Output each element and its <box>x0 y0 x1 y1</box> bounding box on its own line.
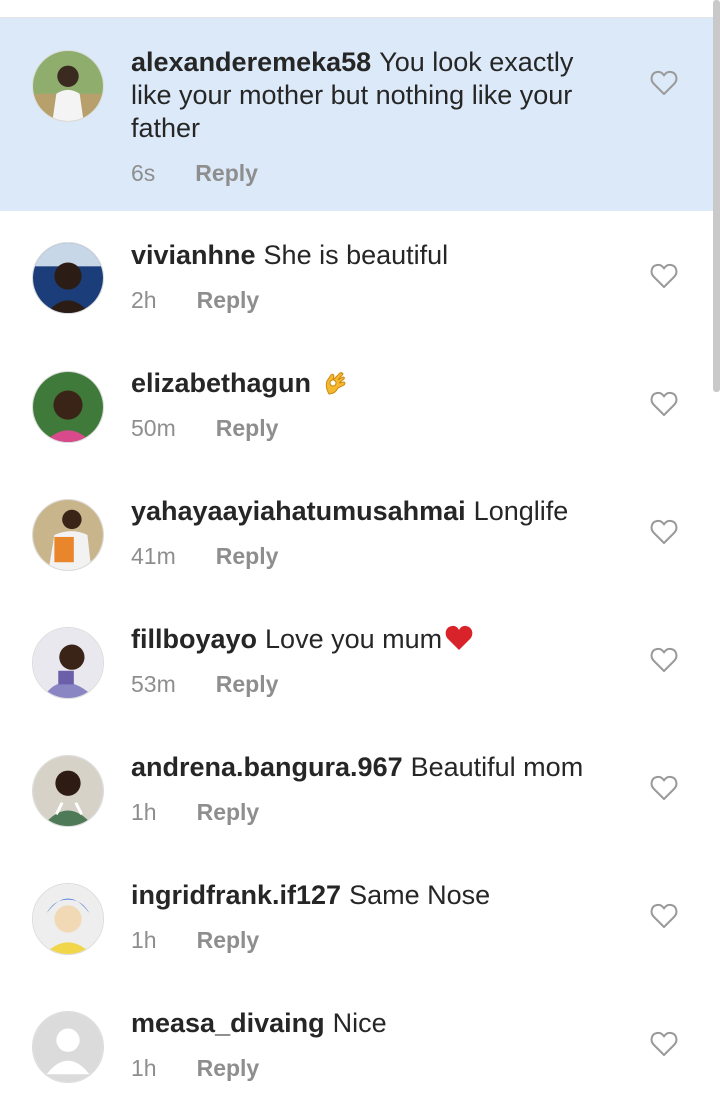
comment-time: 6s <box>131 160 156 186</box>
avatar[interactable] <box>32 499 104 571</box>
comment-username[interactable]: elizabethagun <box>131 368 311 398</box>
comment-time: 41m <box>131 543 176 569</box>
comment-text: ingridfrank.if127 Same Nose <box>131 879 611 912</box>
comment-row: vivianhne She is beautiful 2h Reply <box>0 211 720 339</box>
red-heart-icon <box>444 623 474 653</box>
comment-text: yahayaayiahatumusahmai Longlife <box>131 495 611 528</box>
heart-icon[interactable] <box>650 1031 678 1057</box>
comment-username[interactable]: fillboyayo <box>131 624 257 654</box>
scrollbar[interactable] <box>713 0 720 392</box>
comment-meta: 41m Reply <box>131 542 278 570</box>
avatar[interactable] <box>32 50 104 122</box>
avatar[interactable] <box>32 371 104 443</box>
reply-button[interactable]: Reply <box>216 542 279 570</box>
comment-time: 50m <box>131 415 176 441</box>
comment-meta: 6s Reply <box>131 159 258 187</box>
comment-time: 2h <box>131 287 157 313</box>
comment-meta: 53m Reply <box>131 670 278 698</box>
heart-icon[interactable] <box>650 70 678 96</box>
reply-button[interactable]: Reply <box>216 414 279 442</box>
comment-username[interactable]: andrena.bangura.967 <box>131 752 403 782</box>
comment-text: fillboyayo Love you mum <box>131 623 611 656</box>
comment-row: elizabethagun 50m Reply <box>0 339 720 467</box>
default-avatar[interactable] <box>32 1011 104 1083</box>
comment-body: She is beautiful <box>263 240 449 270</box>
comment-username[interactable]: vivianhne <box>131 240 256 270</box>
comment-time: 1h <box>131 1055 157 1081</box>
comment-meta: 1h Reply <box>131 926 259 954</box>
comment-meta: 2h Reply <box>131 286 259 314</box>
comment-body: Love you mum <box>265 624 443 654</box>
comment-text: vivianhne She is beautiful <box>131 239 611 272</box>
heart-icon[interactable] <box>650 903 678 929</box>
comment-row: fillboyayo Love you mum 53m Reply <box>0 595 720 723</box>
reply-button[interactable]: Reply <box>195 159 258 187</box>
comment-text: elizabethagun <box>131 367 611 400</box>
heart-icon[interactable] <box>650 391 678 417</box>
comment-text: andrena.bangura.967 Beautiful mom <box>131 751 611 784</box>
avatar[interactable] <box>32 242 104 314</box>
reply-button[interactable]: Reply <box>197 1054 260 1082</box>
comment-body: Beautiful mom <box>410 752 584 782</box>
comment-meta: 1h Reply <box>131 1054 259 1082</box>
reply-button[interactable]: Reply <box>216 670 279 698</box>
avatar[interactable] <box>32 883 104 955</box>
comment-body: Nice <box>332 1008 387 1038</box>
comment-body: Longlife <box>473 496 569 526</box>
comment-row: measa_divaing Nice 1h Reply <box>0 979 720 1118</box>
comment-username[interactable]: measa_divaing <box>131 1008 325 1038</box>
comment-text: alexanderemeka58 You look exactly like yo… <box>131 46 611 145</box>
comment-meta: 1h Reply <box>131 798 259 826</box>
comments-screen: alexanderemeka58 You look exactly like yo… <box>0 0 720 1118</box>
comment-body: Same Nose <box>349 880 491 910</box>
comment-row: andrena.bangura.967 Beautiful mom 1h Reply <box>0 723 720 851</box>
comment-username[interactable]: alexanderemeka58 <box>131 47 371 77</box>
reply-button[interactable]: Reply <box>197 286 260 314</box>
comment-row: yahayaayiahatumusahmai Longlife 41m Reply <box>0 467 720 595</box>
comment-username[interactable]: yahayaayiahatumusahmai <box>131 496 466 526</box>
reply-button[interactable]: Reply <box>197 798 260 826</box>
avatar[interactable] <box>32 627 104 699</box>
heart-icon[interactable] <box>650 775 678 801</box>
heart-icon[interactable] <box>650 647 678 673</box>
comment-row: alexanderemeka58 You look exactly like yo… <box>0 18 720 211</box>
comment-meta: 50m Reply <box>131 414 278 442</box>
comment-time: 53m <box>131 671 176 697</box>
comment-username[interactable]: ingridfrank.if127 <box>131 880 341 910</box>
ok-hand-icon <box>321 367 351 397</box>
reply-button[interactable]: Reply <box>197 926 260 954</box>
heart-icon[interactable] <box>650 519 678 545</box>
comment-text: measa_divaing Nice <box>131 1007 611 1040</box>
comment-time: 1h <box>131 799 157 825</box>
comment-row: ingridfrank.if127 Same Nose 1h Reply <box>0 851 720 979</box>
comment-time: 1h <box>131 927 157 953</box>
heart-icon[interactable] <box>650 263 678 289</box>
avatar[interactable] <box>32 755 104 827</box>
